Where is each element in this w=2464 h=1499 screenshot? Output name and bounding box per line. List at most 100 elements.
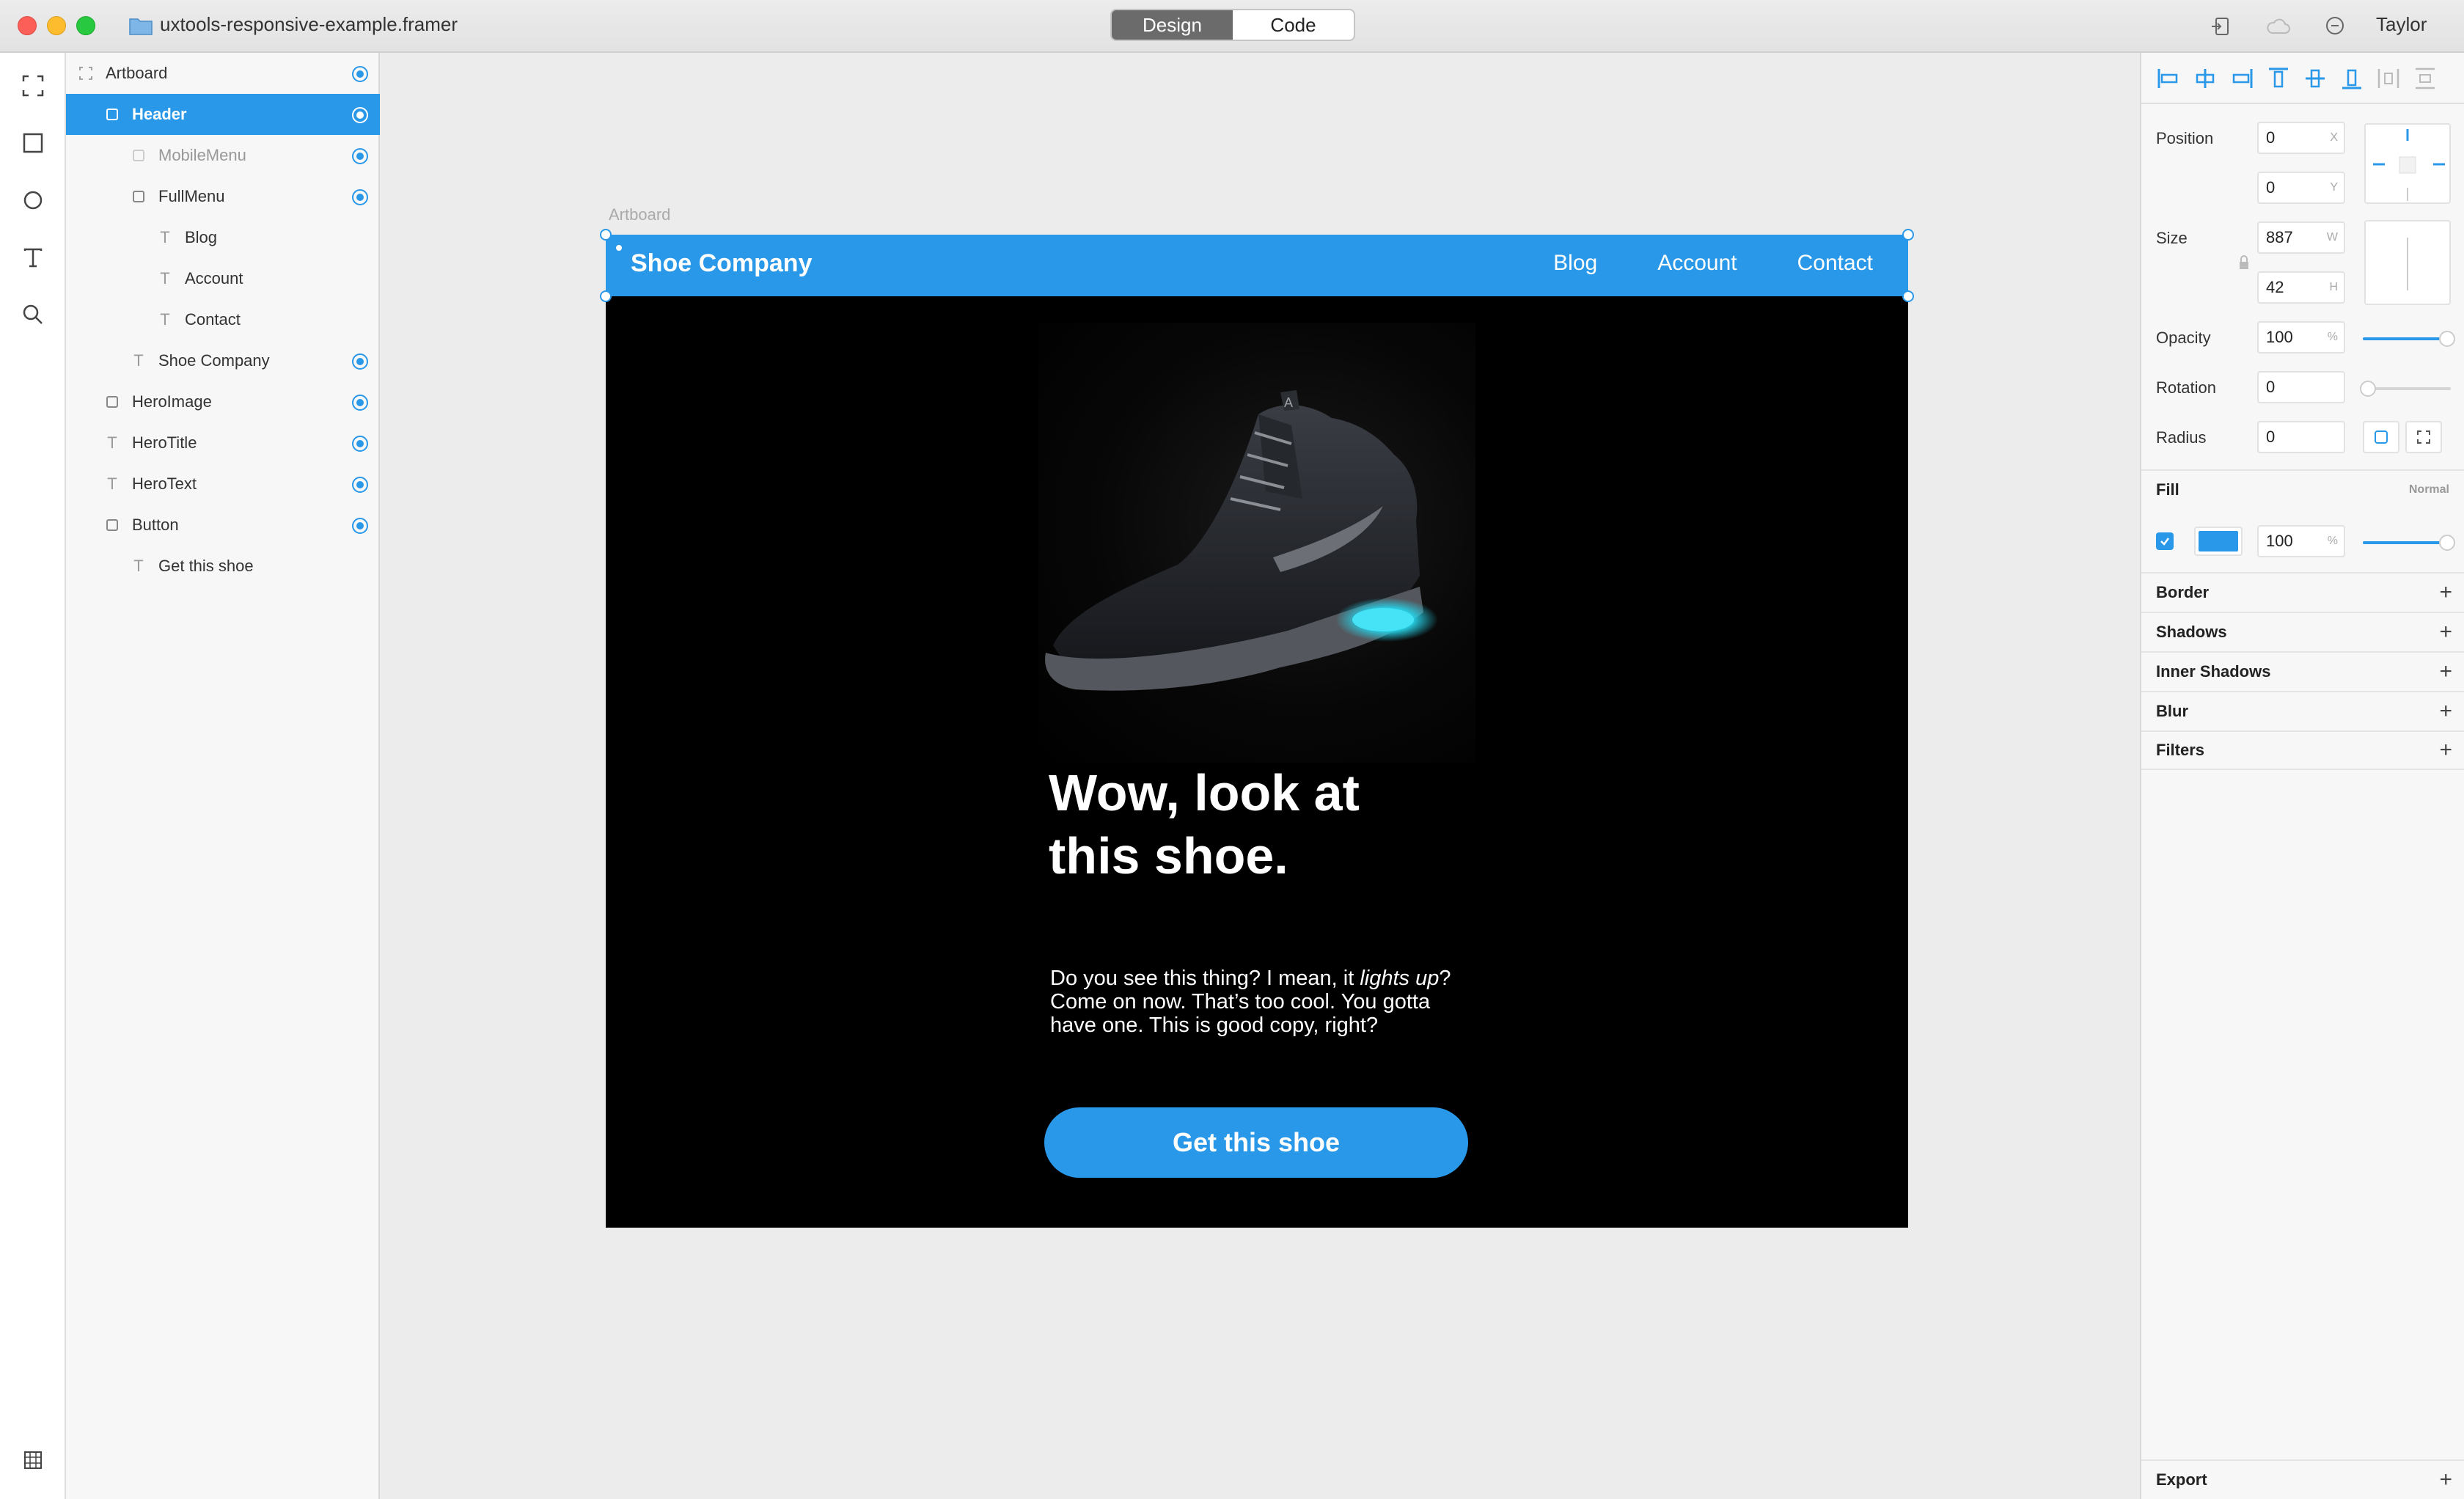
close-window-button[interactable] — [18, 16, 37, 35]
fill-section-header[interactable]: Fill Normal — [2141, 469, 2464, 509]
visibility-toggle[interactable] — [352, 66, 368, 82]
resize-handle-bottom-left[interactable] — [600, 290, 612, 302]
rotation-slider[interactable] — [2360, 381, 2451, 397]
blur-section[interactable]: Blur + — [2141, 691, 2464, 730]
align-middle-icon[interactable] — [2303, 66, 2328, 91]
x-field[interactable]: 0X — [2257, 122, 2345, 154]
oval-tool-icon[interactable] — [18, 185, 48, 216]
get-this-shoe-button[interactable]: Get this shoe — [1044, 1107, 1468, 1178]
align-right-icon[interactable] — [2229, 66, 2254, 91]
fill-opacity-field[interactable]: 100% — [2257, 525, 2345, 557]
layer-blog[interactable]: T Blog — [66, 217, 380, 258]
nav-contact[interactable]: Contact — [1797, 251, 1873, 276]
nav-blog[interactable]: Blog — [1553, 251, 1597, 276]
distribute-horizontal-icon[interactable] — [2376, 66, 2401, 91]
visibility-toggle[interactable] — [352, 353, 368, 370]
align-bottom-icon[interactable] — [2339, 66, 2364, 91]
add-inner-shadow-icon[interactable]: + — [2439, 659, 2452, 684]
opacity-slider[interactable] — [2363, 331, 2455, 347]
hero-text[interactable]: Do you see this thing? I mean, it lights… — [1050, 967, 1461, 1037]
hero-title[interactable]: Wow, look at this shoe. — [1049, 761, 1445, 887]
user-name[interactable]: Taylor — [2376, 13, 2427, 36]
visibility-toggle[interactable] — [352, 477, 368, 493]
artboard-icon — [78, 65, 94, 81]
anchor-handle[interactable] — [615, 243, 623, 252]
align-center-h-icon[interactable] — [2193, 66, 2218, 91]
frame-tool-icon[interactable] — [18, 70, 48, 101]
fill-opacity-slider[interactable] — [2363, 535, 2455, 551]
artboard[interactable]: Shoe Company Blog Account Contact A Wow,… — [600, 229, 1914, 1228]
align-left-icon[interactable] — [2156, 66, 2181, 91]
nav-account[interactable]: Account — [1657, 251, 1737, 276]
frame-icon — [104, 106, 120, 122]
cloud-icon[interactable] — [2265, 13, 2291, 40]
text-tool-icon[interactable] — [18, 242, 48, 273]
y-field[interactable]: 0Y — [2257, 172, 2345, 204]
layer-heroimage[interactable]: HeroImage — [66, 381, 380, 422]
add-blur-icon[interactable]: + — [2439, 699, 2452, 724]
tab-design[interactable]: Design — [1112, 10, 1233, 40]
fill-opacity-slider-knob[interactable] — [2439, 535, 2455, 551]
lock-aspect-icon[interactable] — [2238, 255, 2250, 270]
visibility-toggle[interactable] — [352, 518, 368, 534]
layer-get-this-shoe[interactable]: T Get this shoe — [66, 546, 380, 587]
comment-icon[interactable] — [2322, 13, 2348, 40]
canvas[interactable]: Artboard Shoe Company Blog Account Conta… — [380, 53, 2140, 1499]
pin-constraints-widget[interactable] — [2364, 123, 2451, 204]
add-border-icon[interactable]: + — [2439, 580, 2452, 605]
resize-handle-bottom-right[interactable] — [1902, 290, 1914, 302]
layer-artboard[interactable]: Artboard — [66, 53, 380, 94]
size-constraints-widget[interactable] — [2364, 220, 2451, 305]
visibility-toggle[interactable] — [352, 436, 368, 452]
artboard-label[interactable]: Artboard — [609, 205, 670, 224]
add-export-icon[interactable]: + — [2439, 1467, 2452, 1492]
height-field[interactable]: 42 H — [2257, 271, 2345, 304]
radius-field[interactable]: 0 — [2257, 421, 2345, 453]
layer-herotext[interactable]: T HeroText — [66, 463, 380, 505]
distribute-vertical-icon[interactable] — [2413, 66, 2438, 91]
header-frame[interactable]: Shoe Company Blog Account Contact — [606, 235, 1908, 296]
layer-button[interactable]: Button — [66, 505, 380, 546]
rotation-field[interactable]: 0 — [2257, 371, 2345, 403]
shadows-section[interactable]: Shadows + — [2141, 612, 2464, 651]
visibility-toggle[interactable] — [352, 148, 368, 164]
resize-handle-top-right[interactable] — [1902, 229, 1914, 241]
fill-enabled-checkbox[interactable] — [2156, 532, 2174, 550]
rectangle-tool-icon[interactable] — [18, 128, 48, 158]
layer-fullmenu[interactable]: FullMenu — [66, 176, 380, 217]
search-icon[interactable] — [18, 299, 48, 330]
add-filter-icon[interactable]: + — [2439, 738, 2452, 763]
visibility-toggle[interactable] — [352, 395, 368, 411]
export-section[interactable]: Export + — [2141, 1459, 2464, 1499]
visibility-toggle[interactable] — [352, 107, 368, 123]
resize-handle-top-left[interactable] — [600, 229, 612, 241]
layer-contact[interactable]: T Contact — [66, 299, 380, 340]
layer-header[interactable]: Header — [66, 94, 380, 135]
filters-section[interactable]: Filters + — [2141, 730, 2464, 770]
zoom-window-button[interactable] — [76, 16, 95, 35]
border-section[interactable]: Border + — [2141, 572, 2464, 612]
align-top-icon[interactable] — [2266, 66, 2291, 91]
inner-shadows-section[interactable]: Inner Shadows + — [2141, 651, 2464, 691]
radius-uniform-icon[interactable] — [2363, 421, 2399, 453]
add-shadow-icon[interactable]: + — [2439, 620, 2452, 645]
opacity-field[interactable]: 100% — [2257, 321, 2345, 353]
opacity-slider-knob[interactable] — [2439, 331, 2455, 347]
layer-shoe-company[interactable]: T Shoe Company — [66, 340, 380, 381]
rotation-slider-knob[interactable] — [2360, 381, 2376, 397]
blend-mode-select[interactable]: Normal — [2409, 483, 2449, 496]
layer-herotitle[interactable]: T HeroTitle — [66, 422, 380, 463]
preview-icon[interactable] — [2207, 13, 2234, 40]
minimize-window-button[interactable] — [47, 16, 66, 35]
layer-mobilemenu[interactable]: MobileMenu — [66, 135, 380, 176]
fill-color-swatch[interactable] — [2194, 527, 2243, 556]
layer-account[interactable]: T Account — [66, 258, 380, 299]
grid-icon[interactable] — [18, 1445, 48, 1476]
tab-code[interactable]: Code — [1233, 10, 1354, 40]
visibility-toggle[interactable] — [352, 189, 368, 205]
x-unit: X — [2330, 131, 2338, 144]
radius-individual-icon[interactable] — [2405, 421, 2442, 453]
brand-name[interactable]: Shoe Company — [631, 249, 812, 278]
width-field[interactable]: 887 W — [2257, 221, 2345, 254]
hero-image[interactable]: A — [1038, 323, 1475, 763]
